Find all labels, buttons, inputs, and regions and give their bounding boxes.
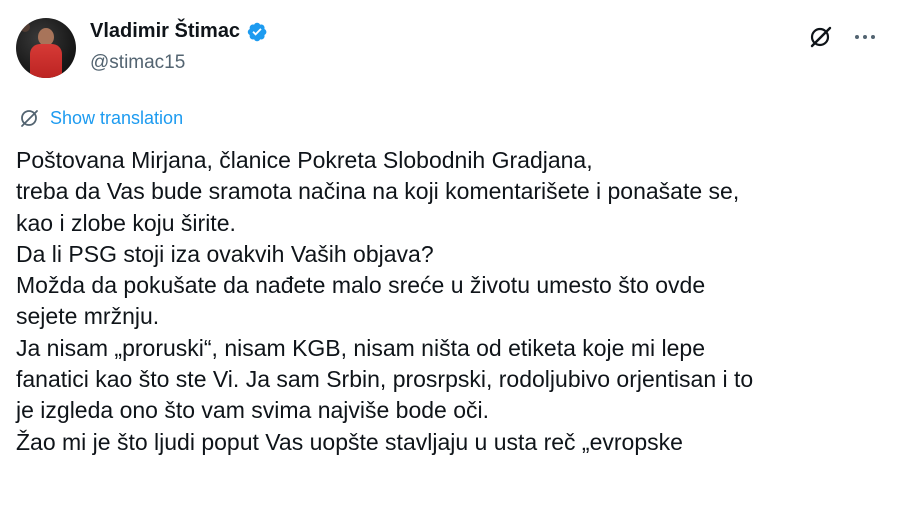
tweet-line: Ja nisam „proruski“, nisam KGB, nisam ni…	[16, 334, 705, 361]
verified-badge-icon[interactable]	[246, 21, 268, 43]
more-dot	[863, 35, 867, 39]
tweet-line: Žao mi je što ljudi poput Vas uopšte sta…	[16, 428, 683, 455]
author-display-name[interactable]: Vladimir Štimac	[90, 20, 240, 43]
more-dot	[871, 35, 875, 39]
tweet-line: je izgleda ono što vam svima najviše bod…	[16, 397, 490, 424]
tweet-line: treba da Vas bude sramota načina na koji…	[16, 178, 740, 205]
tweet-line: Da li PSG stoji iza ovakvih Vaših objava…	[16, 240, 434, 267]
author-name-row: Vladimir Štimac	[90, 20, 268, 43]
grok-icon[interactable]	[808, 24, 834, 50]
tweet-line: Možda da pokušate da nađete malo sreće u…	[16, 272, 706, 299]
tweet-line: Poštovana Mirjana, članice Pokreta Slobo…	[16, 147, 593, 173]
more-options-icon[interactable]	[850, 22, 880, 52]
tweet-header: Vladimir Štimac @stimac15	[0, 0, 906, 100]
author-handle[interactable]: @stimac15	[90, 52, 185, 74]
avatar-background	[20, 22, 30, 32]
tweet-text: Poštovana Mirjana, članice Pokreta Slobo…	[16, 145, 896, 458]
show-translation-label[interactable]: Show translation	[50, 108, 183, 129]
avatar[interactable]	[16, 18, 76, 78]
more-dot	[855, 35, 859, 39]
globe-icon	[21, 110, 38, 127]
avatar-shirt	[30, 44, 62, 78]
show-translation-button[interactable]: Show translation	[18, 106, 183, 130]
tweet-line: sejete mržnju.	[16, 303, 160, 330]
tweet-line: fanatici kao što ste Vi. Ja sam Srbin, p…	[16, 366, 754, 393]
tweet-line: kao i zlobe koju širite.	[16, 209, 236, 236]
